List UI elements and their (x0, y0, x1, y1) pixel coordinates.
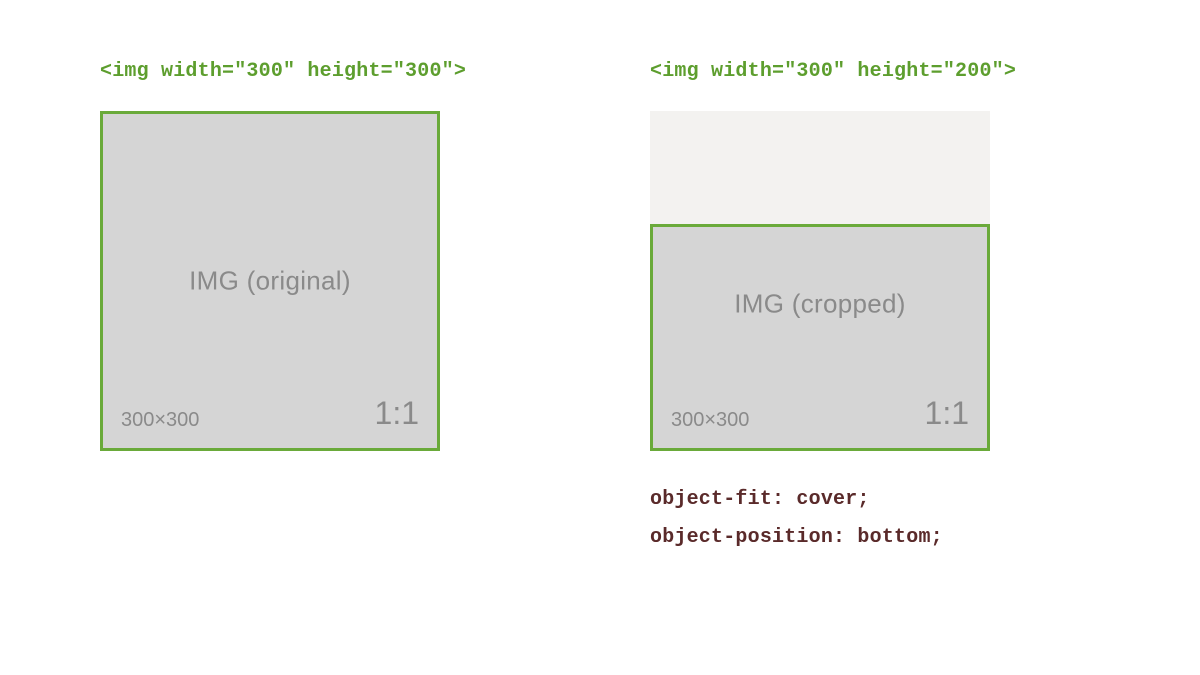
original-image-label: IMG (original) (189, 266, 351, 297)
cropped-image-label: IMG (cropped) (734, 289, 906, 320)
original-image-dimensions: 300×300 (121, 409, 199, 432)
original-image-ratio: 1:1 (375, 395, 419, 432)
cropped-image-footer-row: 300×300 1:1 (671, 395, 969, 432)
original-image-panel: <img width="300" height="300"> IMG (orig… (100, 60, 550, 615)
img-tag-original: <img width="300" height="300"> (100, 60, 550, 83)
css-properties: object-fit: cover; object-position: bott… (650, 481, 1100, 557)
original-image-box: IMG (original) 300×300 1:1 (100, 111, 440, 451)
cropped-image-panel: <img width="300" height="200"> IMG (crop… (650, 60, 1100, 615)
img-tag-cropped: <img width="300" height="200"> (650, 60, 1100, 83)
object-position-property: object-position: bottom; (650, 519, 1100, 557)
cropped-image-dimensions: 300×300 (671, 409, 749, 432)
cropped-image-ratio: 1:1 (925, 395, 969, 432)
cropped-image-box: IMG (cropped) 300×300 1:1 (650, 224, 990, 451)
original-image-footer-row: 300×300 1:1 (121, 395, 419, 432)
cropped-image-container: IMG (cropped) 300×300 1:1 (650, 111, 990, 451)
original-image-container: IMG (original) 300×300 1:1 (100, 111, 440, 451)
cropped-image-ghost-area (650, 111, 990, 224)
object-fit-property: object-fit: cover; (650, 481, 1100, 519)
